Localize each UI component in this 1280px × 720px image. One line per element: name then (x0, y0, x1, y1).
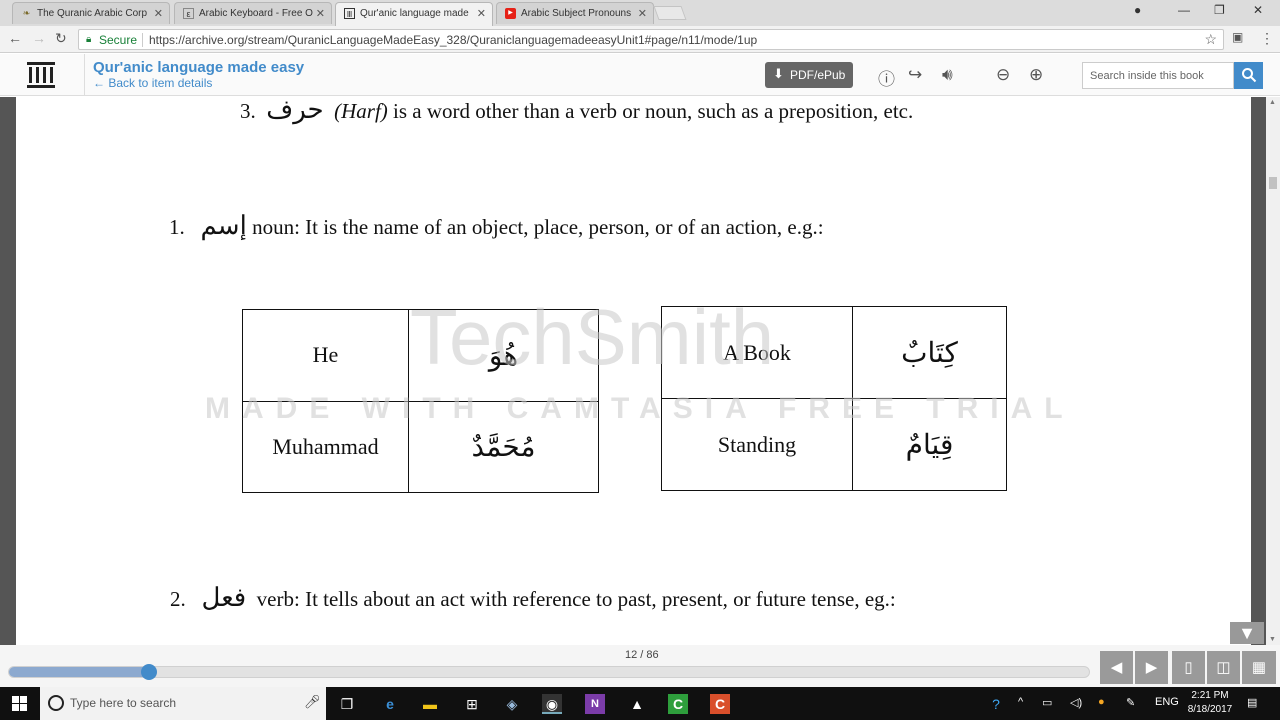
url-bar[interactable]: 🔒︎ Secure https://archive.org/stream/Qur… (78, 29, 1224, 50)
taskbar-search-input[interactable]: Type here to search 🎤︎ (40, 687, 326, 720)
reload-icon[interactable]: ↻ (55, 30, 67, 47)
camtasia-recorder-icon[interactable]: C (668, 694, 688, 714)
close-tab-icon[interactable]: ✕ (638, 7, 647, 20)
close-tab-icon[interactable]: ✕ (477, 7, 486, 20)
search-inside-input[interactable]: Search inside this book (1082, 62, 1234, 89)
next-page-down-icon[interactable]: ▼ (1230, 622, 1264, 644)
book-viewer: 3. حرف (Harf) is a word other than a ver… (0, 95, 1280, 645)
camtasia-watermark: MADE WITH CAMTASIA FREE TRIAL (205, 392, 1075, 425)
store-icon[interactable]: ⊞ (462, 694, 482, 714)
taskbar-clock[interactable]: 2:21 PM 8/18/2017 (1180, 689, 1240, 717)
scrollbar-thumb[interactable] (1269, 177, 1277, 189)
restore-button[interactable]: ❐ (1214, 3, 1225, 17)
file-explorer-icon[interactable]: ▬ (420, 694, 440, 714)
volume-icon[interactable]: ◁) (1070, 696, 1082, 709)
task-view-icon[interactable]: ❐ (337, 694, 357, 714)
microphone-icon[interactable]: 🎤︎ (304, 694, 321, 710)
page-slider-track[interactable] (8, 666, 1090, 678)
chrome-icon[interactable]: ◉ (542, 694, 562, 714)
youtube-icon: ▶ (505, 8, 516, 19)
zoom-out-icon[interactable]: ⊖ (996, 65, 1010, 85)
cortana-icon (48, 695, 64, 711)
tab-arabic-keyboard[interactable]: ε Arabic Keyboard - Free O ✕ (174, 2, 332, 24)
page-slider-handle[interactable] (140, 664, 157, 680)
tab-quranic-arabic-corpus[interactable]: ❧ The Quranic Arabic Corp ✕ (12, 2, 170, 24)
verb-definition: 2. فعل verb: It tells about an act with … (170, 583, 896, 613)
pen-icon[interactable]: ✎ (1126, 696, 1135, 709)
thumbnail-view-icon[interactable]: ▦ (1242, 651, 1276, 684)
windows-start-icon[interactable] (12, 696, 27, 711)
back-to-item-link[interactable]: ← Back to item details (93, 76, 212, 90)
techsmith-watermark: TechSmith (410, 293, 775, 381)
download-icon: ⬇ (773, 66, 784, 81)
browser-tab-strip: ❧ The Quranic Arabic Corp ✕ ε Arabic Key… (0, 0, 1280, 26)
archive-logo-icon[interactable] (26, 60, 56, 90)
next-page-button[interactable]: ▶ (1135, 651, 1168, 684)
network-icon[interactable]: ▭ (1042, 696, 1052, 709)
onenote-icon[interactable]: N (585, 694, 605, 714)
two-page-view-icon[interactable]: ◫ (1207, 651, 1240, 684)
close-tab-icon[interactable]: ✕ (316, 7, 325, 20)
close-tab-icon[interactable]: ✕ (154, 7, 163, 20)
action-center-icon[interactable]: ▤ (1247, 696, 1257, 709)
address-toolbar: ← → ↻ 🔒︎ Secure https://archive.org/stre… (0, 26, 1280, 53)
share-icon[interactable]: ↪ (908, 65, 922, 85)
bookmark-star-icon[interactable]: ☆ (1204, 31, 1217, 48)
bookreader-header: Qur'anic language made easy ← Back to it… (0, 54, 1280, 96)
scroll-up-icon[interactable]: ▲ (1269, 99, 1276, 106)
virtualbox-icon[interactable]: ◈ (502, 694, 522, 714)
zoom-in-icon[interactable]: ⊕ (1029, 65, 1043, 85)
info-icon[interactable]: ⓘ (878, 65, 895, 90)
tab-arabic-subject-pronouns[interactable]: ▶ Arabic Subject Pronouns ✕ (496, 2, 654, 24)
previous-page-button[interactable]: ◀ (1100, 651, 1133, 684)
archive-icon: Ⅲ (344, 8, 355, 19)
scroll-down-icon[interactable]: ▼ (1269, 636, 1276, 643)
book-title[interactable]: Qur'anic language made easy (93, 59, 304, 76)
one-page-view-icon[interactable]: ▯ (1172, 651, 1205, 684)
language-indicator[interactable]: ENG (1155, 696, 1179, 708)
lock-icon: 🔒︎ (86, 34, 92, 45)
help-icon[interactable]: ? (986, 694, 1006, 714)
back-icon[interactable]: ← (8, 30, 22, 46)
page-slider-fill (9, 667, 150, 677)
show-hidden-icons-icon[interactable]: ^ (1018, 696, 1023, 708)
noun-definition: 1. إسم noun: It is the name of an object… (169, 211, 824, 241)
tab-quranic-language[interactable]: Ⅲ Qur'anic language made ✕ (335, 2, 493, 26)
chrome-menu-icon[interactable]: ⋮ (1260, 30, 1274, 47)
pdf-epub-button[interactable]: ⬇ PDF/ePub (765, 62, 853, 88)
url-text[interactable]: https://archive.org/stream/QuranicLangua… (149, 33, 757, 47)
navigation-bar: 12 / 86 ◀ ▶ ▯ ◫ ▦ (0, 645, 1280, 687)
app-tray-icon[interactable]: ● (1098, 696, 1105, 708)
close-window-button[interactable]: ✕ (1253, 3, 1263, 17)
extension-icon[interactable]: ▣ (1232, 30, 1243, 44)
new-tab-button[interactable] (653, 6, 687, 20)
edge-icon[interactable]: e (380, 694, 400, 714)
harf-definition: 3. حرف (Harf) is a word other than a ver… (240, 95, 914, 125)
windows-taskbar: Type here to search 🎤︎ ❐ e ▬ ⊞ ◈ ◉ N ▲ C… (0, 687, 1280, 720)
camtasia-editor-icon[interactable]: C (710, 694, 730, 714)
read-aloud-icon[interactable]: 🔊︎ (942, 65, 953, 85)
profile-icon[interactable]: ● (1134, 3, 1141, 17)
search-button[interactable] (1234, 62, 1263, 89)
keyboard-icon: ε (183, 8, 194, 19)
forward-icon[interactable]: → (32, 30, 46, 46)
photos-icon[interactable]: ▲ (627, 694, 647, 714)
search-icon (1241, 68, 1256, 83)
book-icon: ❧ (22, 8, 31, 18)
page-counter: 12 / 86 (625, 649, 659, 661)
vertical-scrollbar[interactable]: ▲ ▼ (1266, 97, 1280, 645)
minimize-button[interactable]: — (1178, 3, 1190, 17)
